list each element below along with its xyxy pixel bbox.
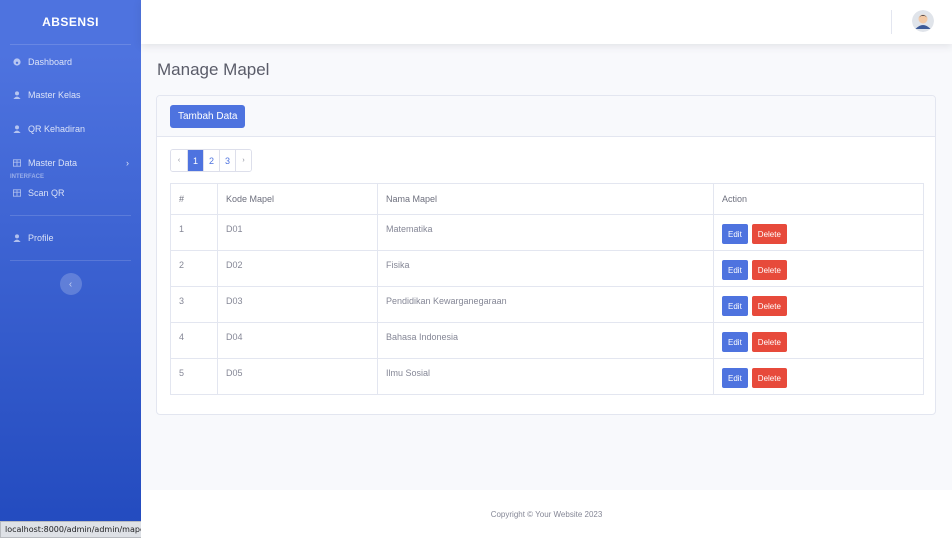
sidebar-item-scan-qr[interactable]: Scan QR [0,180,141,206]
sidebar-item-master-kelas[interactable]: Master Kelas [0,78,141,112]
add-data-button[interactable]: Tambah Data [170,105,246,128]
sidebar-item-label: Profile [28,233,54,243]
sidebar-item-dashboard[interactable]: Dashboard [0,45,141,79]
sidebar: ABSENSI Dashboard Master Kelas QR Kehadi… [0,0,153,538]
table-row: 3 D03 Pendidikan Kewarganegaraan Edit Del… [170,286,924,323]
copyright-text: Copyright © Your Website 2023 [490,509,603,519]
edit-button[interactable]: Edit [722,224,748,244]
pagination-page-1[interactable]: 1 [187,150,204,171]
pagination-page-3[interactable]: 3 [219,150,236,171]
cell-kode: D01 [217,214,378,251]
sidebar-item-label: Dashboard [28,57,73,67]
pagination-prev[interactable]: ‹ [171,150,187,171]
sidebar-item-label: Master Data [28,158,78,168]
user-icon [12,91,22,99]
footer: Copyright © Your Website 2023 [141,490,952,538]
sidebar-item-qr-kehadiran[interactable]: QR Kehadiran [0,112,141,146]
page-title: Manage Mapel [157,60,270,79]
cell-kode: D02 [217,250,378,287]
table-header-row: # Kode Mapel Nama Mapel Action [170,183,924,215]
cell-number: 1 [170,214,218,251]
table-row: 1 D01 Matematika Edit Delete [170,214,924,251]
cell-nama: Bahasa Indonesia [377,322,714,359]
dashboard-icon [12,58,22,66]
edit-button[interactable]: Edit [722,260,748,280]
cell-kode: D05 [217,358,378,395]
column-header-number: # [170,183,218,215]
cell-action: Edit Delete [713,214,924,251]
table-row: 2 D02 Fisika Edit Delete [170,250,924,287]
cell-action: Edit Delete [713,250,924,287]
sidebar-toggle-button[interactable]: ‹ [59,273,82,295]
browser-status-url: localhost:8000/admin/admin/mapel [0,521,153,538]
chevron-right-icon: › [126,158,129,168]
cell-number: 5 [170,358,218,395]
column-header-kode: Kode Mapel [217,183,378,215]
topbar [141,0,952,44]
sidebar-brand[interactable]: ABSENSI [0,0,141,44]
cell-nama: Pendidikan Kewarganegaraan [377,286,714,323]
table-icon [12,159,22,167]
avatar[interactable] [912,10,934,32]
cell-number: 4 [170,322,218,359]
table-icon [12,189,22,197]
user-icon [12,234,22,242]
sidebar-divider [10,260,131,261]
sidebar-item-label: Scan QR [28,188,65,198]
column-header-nama: Nama Mapel [377,183,714,215]
chevron-left-icon: ‹ [68,278,73,290]
delete-button[interactable]: Delete [751,368,787,388]
mapel-table: # Kode Mapel Nama Mapel Action 1 D01 Mat… [170,183,924,395]
column-header-action: Action [713,183,924,215]
cell-kode: D03 [217,286,378,323]
pagination-next[interactable]: › [235,150,252,171]
cell-number: 3 [170,286,218,323]
cell-nama: Matematika [377,214,714,251]
edit-button[interactable]: Edit [722,332,748,352]
cell-nama: Ilmu Sosial [377,358,714,395]
table-row: 5 D05 Ilmu Sosial Edit Delete [170,358,924,395]
mapel-card: Tambah Data ‹ 1 2 3 › # Kode Mapel Nama … [156,95,936,415]
cell-number: 2 [170,250,218,287]
sidebar-item-label: QR Kehadiran [28,124,86,134]
sidebar-item-profile[interactable]: Profile [0,216,141,260]
cell-nama: Fisika [377,250,714,287]
user-icon [12,125,22,133]
cell-action: Edit Delete [713,286,924,323]
delete-button[interactable]: Delete [751,260,787,280]
delete-button[interactable]: Delete [751,224,787,244]
sidebar-item-label: Master Kelas [28,90,81,100]
cell-action: Edit Delete [713,322,924,359]
cell-kode: D04 [217,322,378,359]
topbar-divider [891,10,892,34]
pagination-page-2[interactable]: 2 [203,150,220,171]
table-row: 4 D04 Bahasa Indonesia Edit Delete [170,322,924,359]
card-header: Tambah Data [157,96,935,137]
delete-button[interactable]: Delete [751,332,787,352]
cell-action: Edit Delete [713,358,924,395]
edit-button[interactable]: Edit [722,368,748,388]
delete-button[interactable]: Delete [751,296,787,316]
edit-button[interactable]: Edit [722,296,748,316]
pagination: ‹ 1 2 3 › [170,149,253,172]
